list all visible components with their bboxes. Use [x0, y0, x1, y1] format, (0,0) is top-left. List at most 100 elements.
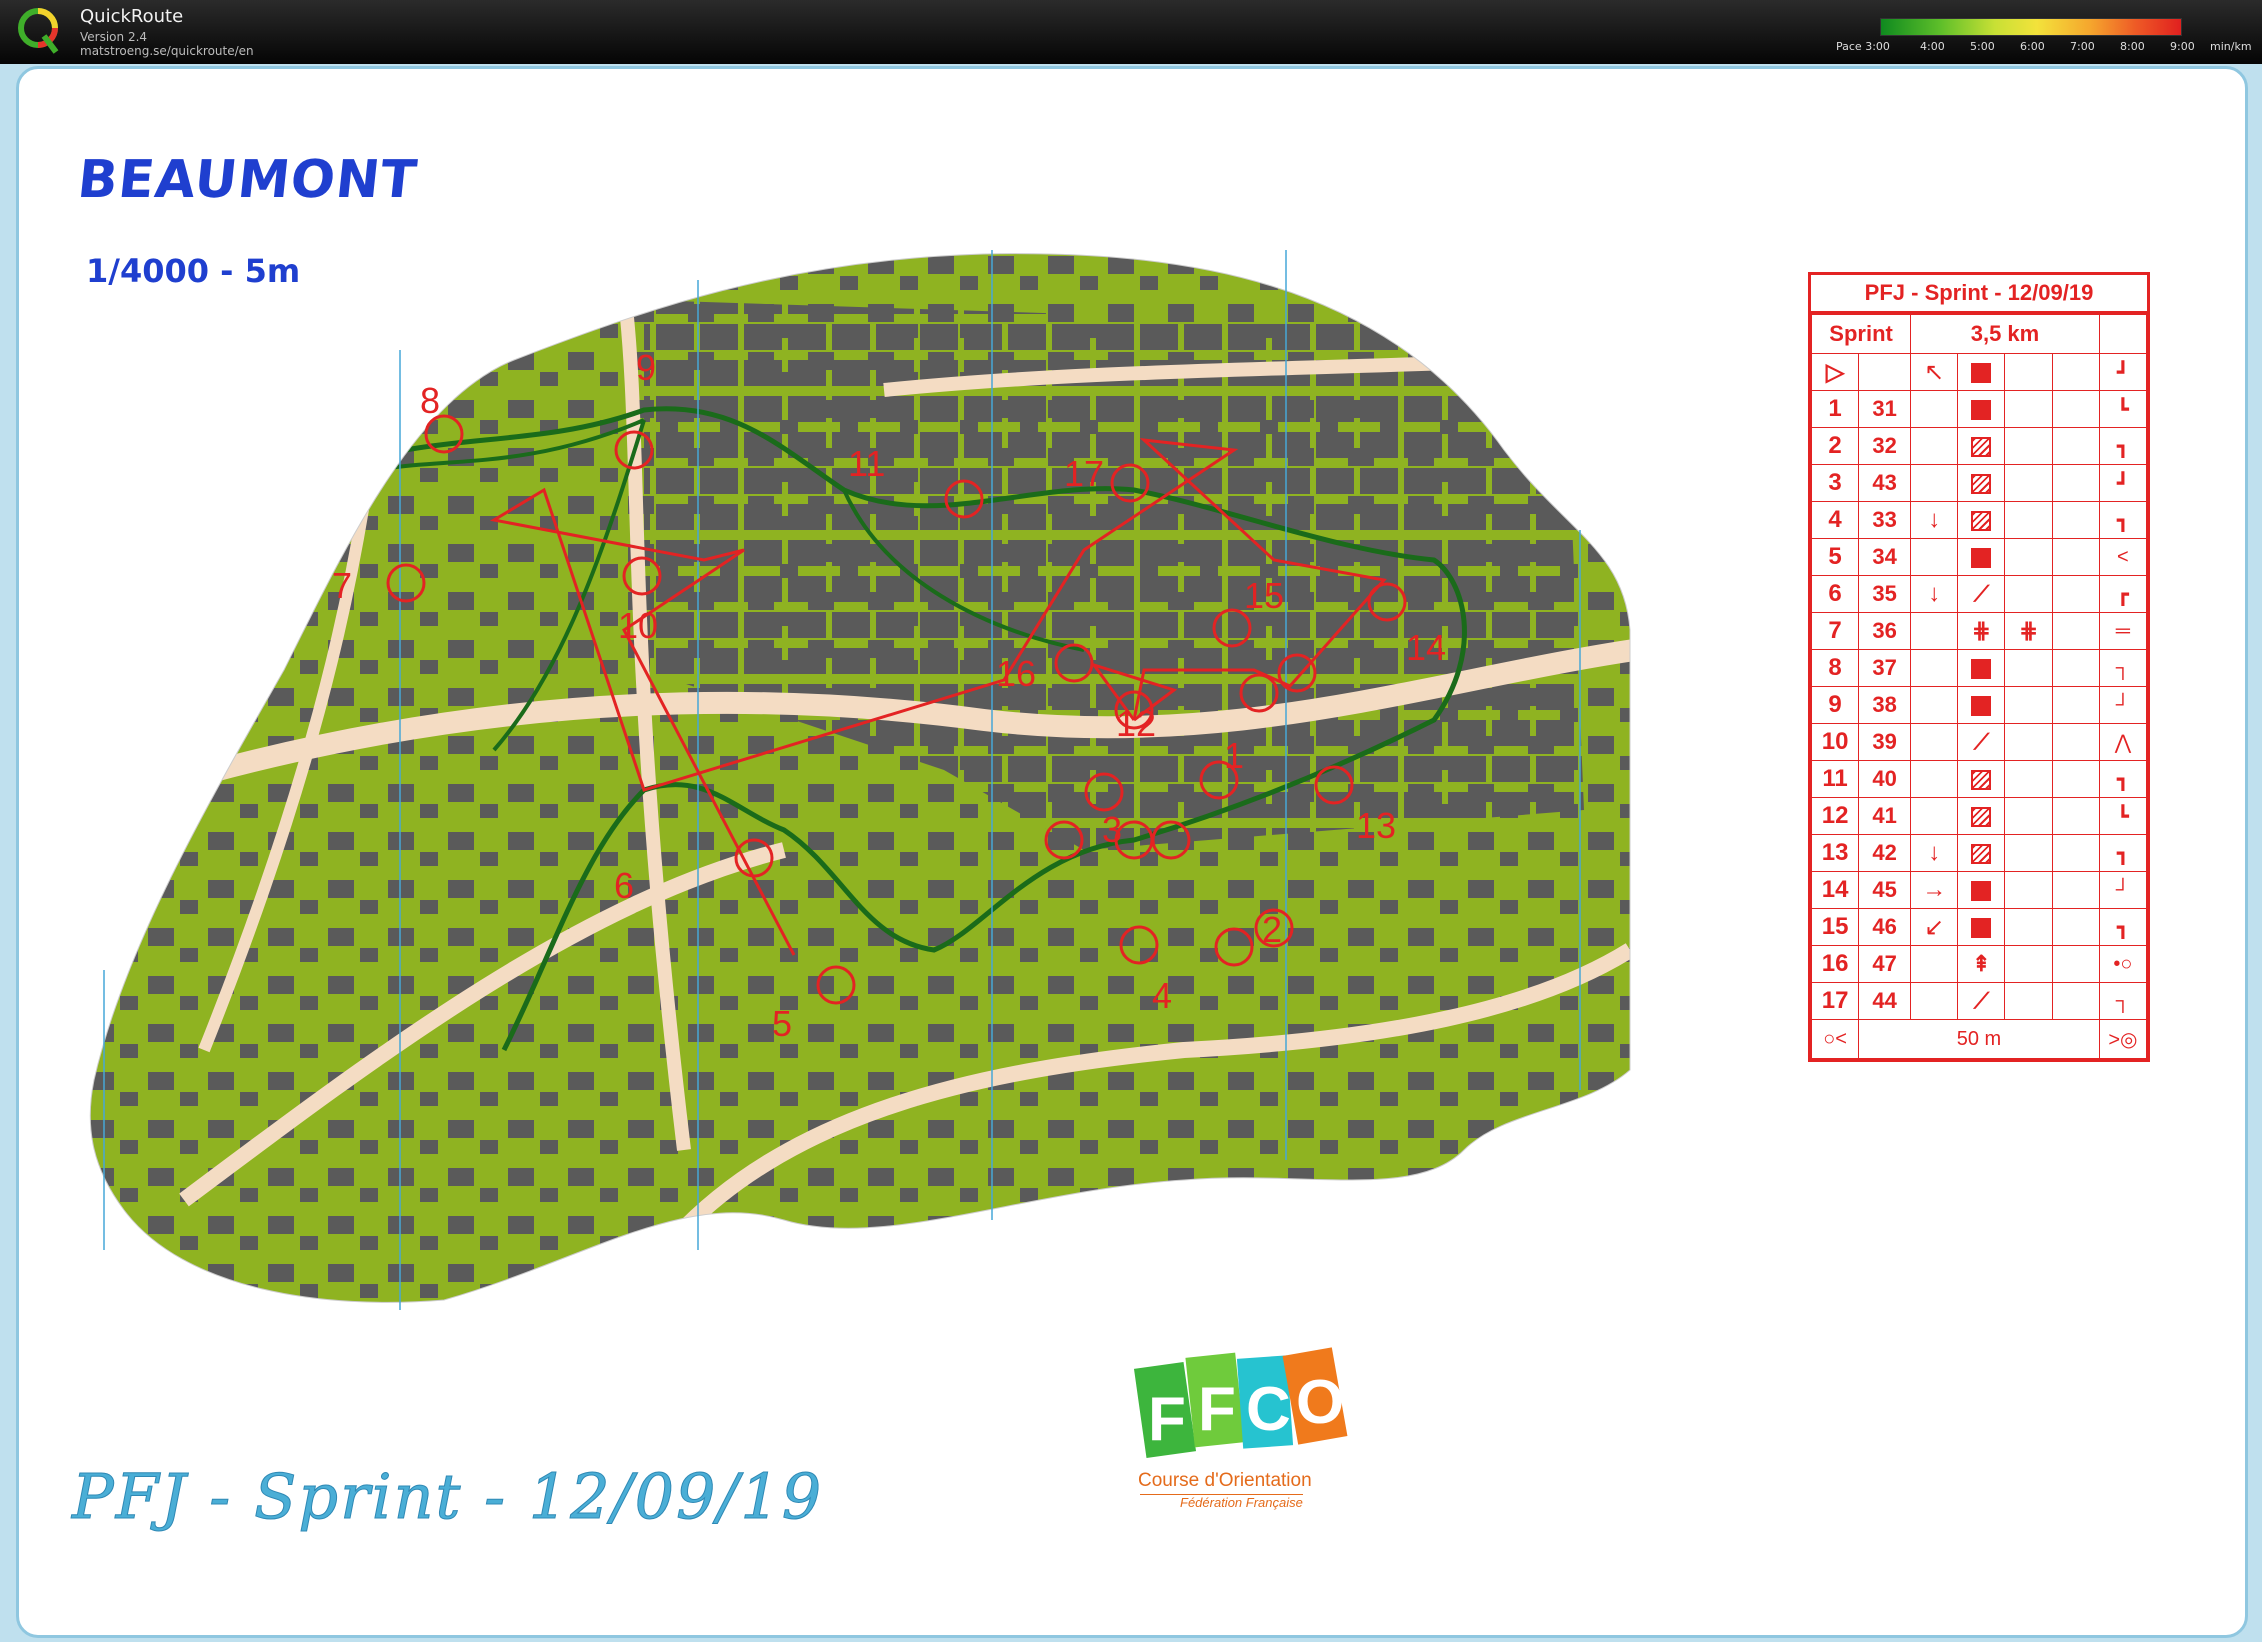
cd-feature: ⋕: [1957, 612, 2006, 650]
cd-code: 36: [1858, 612, 1912, 650]
pace-label: 7:00: [2070, 40, 2095, 53]
orienteering-map[interactable]: 7 8 9 10 11 17 15 16 14 12 1 3 13 6 5 4 …: [84, 250, 1634, 1310]
cd-code: 43: [1858, 464, 1912, 502]
cd-dir: [1910, 760, 1959, 798]
cd-row: 2 32 ┓: [1810, 427, 2148, 465]
control-number: 5: [772, 1003, 792, 1044]
control-number: 12: [1116, 703, 1156, 744]
finish-start-icon: ○<: [1810, 1019, 1860, 1059]
start-triangle-icon: ▷: [1810, 353, 1860, 391]
hatched-area-icon: [1971, 511, 1992, 532]
cd-dir: [1910, 390, 1959, 428]
cd-row: 8 37 ┐: [1810, 649, 2148, 687]
cd-location: ┓: [2098, 427, 2148, 465]
hatched-area-icon: [1971, 844, 1992, 865]
cd-feature: [1957, 464, 2006, 502]
cd-feature: [1957, 427, 2006, 465]
cd-row: 7 36 ⋕ ⋕ ═: [1810, 612, 2148, 650]
control-number: 2: [1262, 909, 1282, 950]
app-url[interactable]: matstroeng.se/quickroute/en: [80, 44, 254, 58]
cd-dir: [1910, 686, 1959, 724]
cd-feature: [1957, 871, 2006, 909]
cd-location: ┓: [2098, 501, 2148, 539]
cd-code: 42: [1858, 834, 1912, 872]
cd-dir: [1910, 723, 1959, 761]
cd-feature: ⇞: [1957, 945, 2006, 983]
cd-dir: [1910, 464, 1959, 502]
cd-code: 39: [1858, 723, 1912, 761]
cd-code: 44: [1858, 982, 1912, 1020]
cd-row: 3 43 ┛: [1810, 464, 2148, 502]
cd-num: 17: [1810, 982, 1860, 1020]
grid-icon: ⋕: [2019, 618, 2038, 643]
cd-dir: [1910, 538, 1959, 576]
square-symbol-icon: [1971, 696, 1992, 717]
cd-feature: [1957, 834, 2006, 872]
title-bar: QuickRoute Version 2.4 matstroeng.se/qui…: [0, 0, 2262, 64]
cd-num: 2: [1810, 427, 1860, 465]
cd-location: ┓: [2098, 760, 2148, 798]
control-number: 4: [1152, 975, 1172, 1016]
cd-location: ┏: [2098, 575, 2148, 613]
cd-num: 3: [1810, 464, 1860, 502]
control-number: 7: [332, 565, 352, 606]
pace-label: Pace 3:00: [1836, 40, 1890, 53]
grid-icon: ⋕: [1972, 618, 1991, 643]
cd-row: 16 47 ⇞ •○: [1810, 945, 2148, 983]
cd-location: ┐: [2098, 982, 2148, 1020]
cd-code: 38: [1858, 686, 1912, 724]
square-symbol-icon: [1971, 548, 1992, 569]
cd-dir: [1910, 427, 1959, 465]
cd-length: 3,5 km: [1910, 314, 2100, 354]
cd-num: 10: [1810, 723, 1860, 761]
app-name: QuickRoute: [80, 6, 184, 27]
cd-row: 10 39 ⟋ ⋀: [1810, 723, 2148, 761]
cd-row: 6 35 ↓ ⟋ ┏: [1810, 575, 2148, 613]
pace-label: 6:00: [2020, 40, 2045, 53]
cd-code: 31: [1858, 390, 1912, 428]
cd-row: 12 41 ┗: [1810, 797, 2148, 835]
cd-row: 5 34 <: [1810, 538, 2148, 576]
cd-row: 17 44 ⟋ ┐: [1810, 982, 2148, 1020]
cd-num: 15: [1810, 908, 1860, 946]
control-number: 8: [420, 380, 440, 421]
cd-location: ┗: [2098, 390, 2148, 428]
cd-feature: [1957, 760, 2006, 798]
cd-feature: [1957, 538, 2006, 576]
cd-location: ┐: [2098, 649, 2148, 687]
pace-label: 9:00: [2170, 40, 2195, 53]
control-number: 9: [636, 347, 656, 388]
hatched-area-icon: [1971, 437, 1992, 458]
cd-dir: →: [1910, 871, 1959, 909]
cd-code: 35: [1858, 575, 1912, 613]
logo-letter: F: [1198, 1375, 1236, 1444]
cd-blank: [2098, 314, 2148, 354]
cd-location: ┓: [2098, 908, 2148, 946]
hatched-area-icon: [1971, 474, 1992, 495]
pace-label: 4:00: [1920, 40, 1945, 53]
cd-num: 14: [1810, 871, 1860, 909]
cd-row: 11 40 ┓: [1810, 760, 2148, 798]
cd-feature: [1957, 908, 2006, 946]
cd-location: ═: [2098, 612, 2148, 650]
cd-row: 13 42 ↓ ┓: [1810, 834, 2148, 872]
cd-location: <: [2098, 538, 2148, 576]
slope-icon: ⟋: [1973, 729, 1990, 754]
control-number: 6: [614, 865, 634, 906]
cd-feature: [1957, 686, 2006, 724]
app-version: Version 2.4: [80, 30, 148, 44]
cd-loc: ┛: [2098, 353, 2148, 391]
cd-dir: [1910, 649, 1959, 687]
cd-code: 41: [1858, 797, 1912, 835]
cd-feature: ⟋: [1957, 575, 2006, 613]
control-number: 3: [1102, 809, 1122, 850]
control-number: 13: [1356, 805, 1396, 846]
cd-num: 6: [1810, 575, 1860, 613]
control-number: 17: [1064, 453, 1104, 494]
cd-row: 15 46 ↙ ┓: [1810, 908, 2148, 946]
cd-code: 45: [1858, 871, 1912, 909]
control-number: 11: [848, 443, 885, 484]
cd-row: 4 33 ↓ ┓: [1810, 501, 2148, 539]
cd-feature: [1957, 649, 2006, 687]
slope-icon: ⟋: [1973, 581, 1990, 606]
